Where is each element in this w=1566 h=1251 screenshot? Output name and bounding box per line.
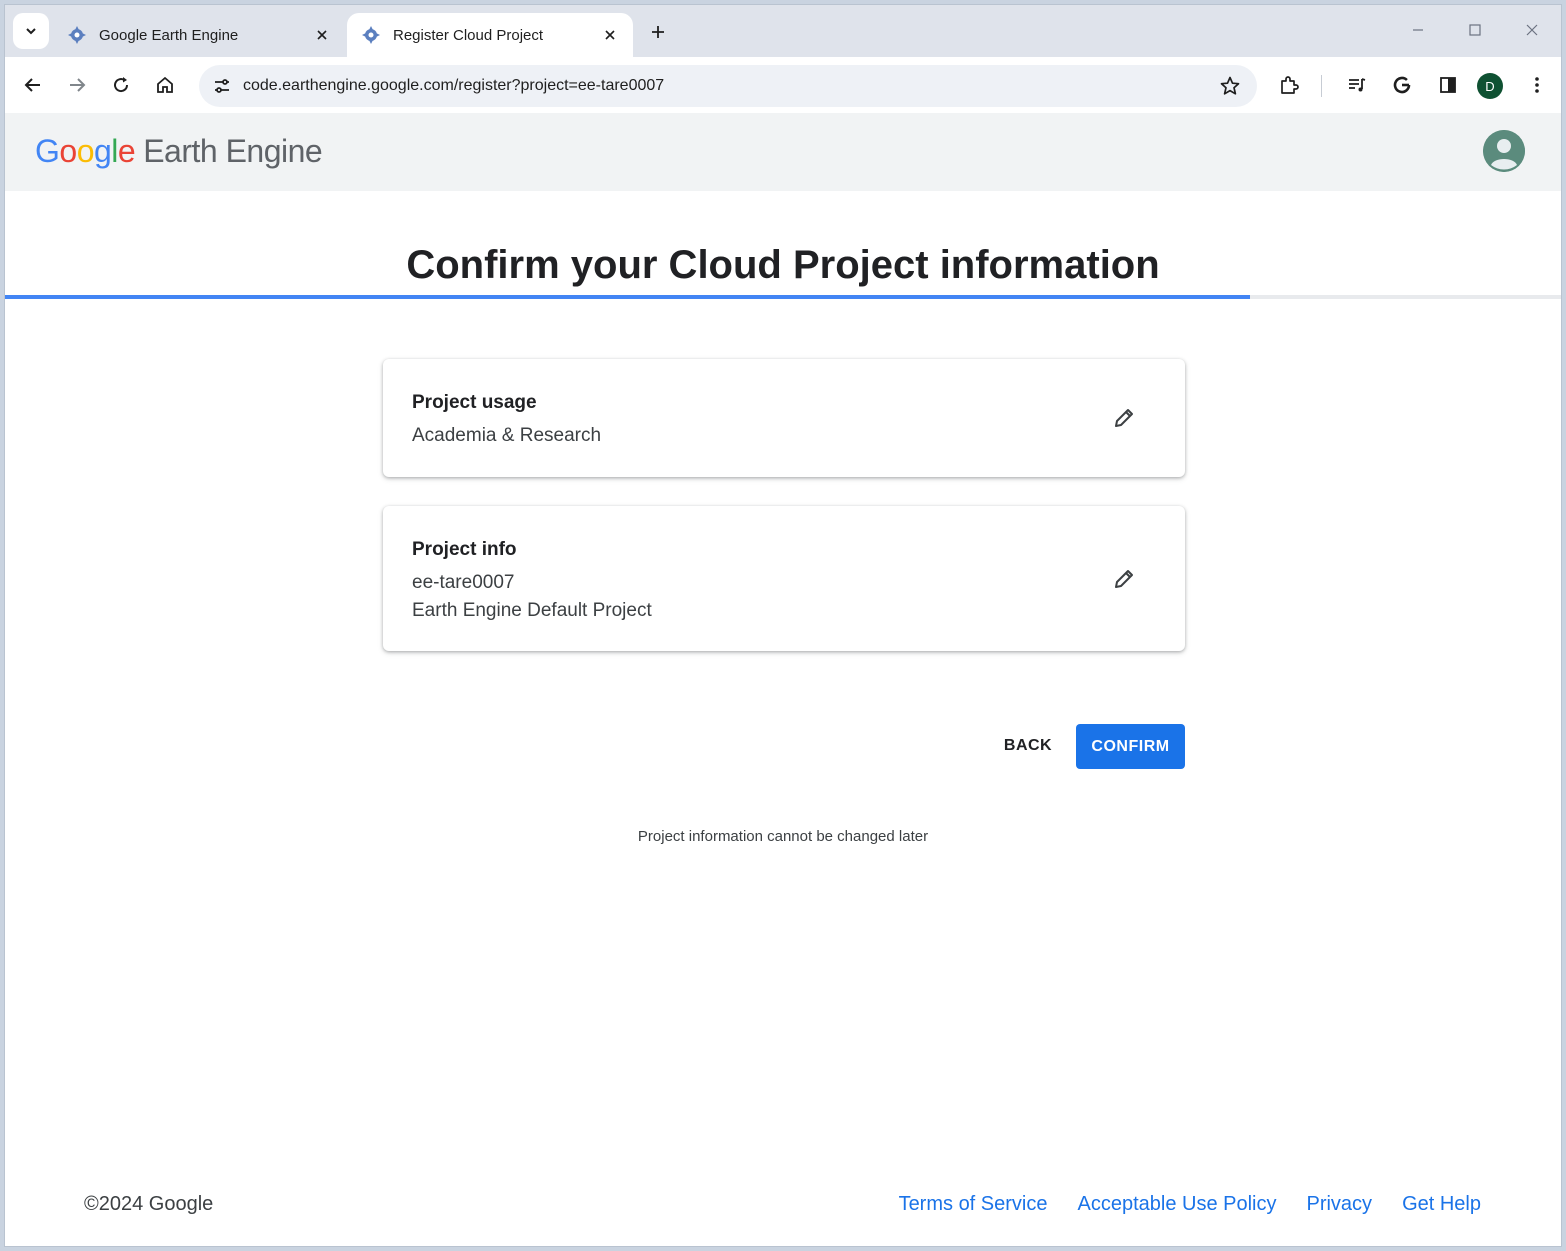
reload-button[interactable]: [105, 69, 137, 101]
get-help-link[interactable]: Get Help: [1402, 1193, 1481, 1216]
edit-project-info-button[interactable]: [1109, 564, 1139, 594]
bookmark-star-icon[interactable]: [1217, 73, 1243, 99]
site-info-icon[interactable]: [209, 73, 235, 99]
earth-engine-favicon-icon: [362, 26, 380, 44]
minimize-icon: [1413, 29, 1423, 31]
logo-letter: G: [35, 133, 60, 169]
arrow-left-icon: [24, 78, 40, 92]
close-icon[interactable]: [601, 26, 619, 44]
tab-search-button[interactable]: [13, 13, 49, 49]
media-controls-button[interactable]: [1341, 69, 1373, 101]
browser-menu-button[interactable]: [1521, 69, 1553, 101]
account-circle-icon: [1483, 130, 1525, 172]
logo-letter: e: [117, 133, 136, 169]
close-icon: [1526, 24, 1538, 36]
side-panel-icon: [1440, 77, 1456, 93]
account-avatar[interactable]: [1483, 130, 1525, 172]
maximize-icon: [1469, 24, 1481, 36]
home-icon: [157, 76, 173, 93]
extensions-button[interactable]: [1273, 69, 1305, 101]
acceptable-use-policy-link[interactable]: Acceptable Use Policy: [1078, 1193, 1277, 1216]
browser-toolbar: code.earthengine.google.com/register?pro…: [5, 57, 1561, 113]
privacy-link[interactable]: Privacy: [1306, 1193, 1372, 1216]
google-lens-button[interactable]: [1386, 69, 1418, 101]
logo-product-name: Earth Engine: [143, 133, 323, 169]
confirm-button[interactable]: CONFIRM: [1076, 724, 1185, 769]
arrow-right-icon: [70, 78, 86, 92]
address-bar[interactable]: code.earthengine.google.com/register?pro…: [199, 65, 1257, 107]
app-header: Google Earth Engine: [5, 113, 1561, 299]
edit-project-usage-button[interactable]: [1109, 403, 1139, 433]
page-title: Confirm your Cloud Project information: [406, 243, 1160, 287]
plus-icon: [652, 26, 664, 38]
queue-music-icon: [1349, 78, 1366, 92]
tab-register-cloud-project[interactable]: Register Cloud Project: [347, 13, 633, 57]
browser-window: Google Earth Engine Register Cloud Proje…: [4, 4, 1562, 1247]
google-g-icon: [1393, 76, 1411, 94]
project-info-note: Project information cannot be changed la…: [637, 828, 929, 845]
toolbar-separator: [1321, 75, 1322, 97]
project-info-label: Project info: [412, 539, 517, 560]
project-name-value: Earth Engine Default Project: [412, 600, 652, 621]
new-tab-button[interactable]: [645, 19, 671, 45]
logo-letter: g: [93, 133, 112, 169]
pencil-icon: [1115, 409, 1133, 427]
project-usage-label: Project usage: [412, 392, 537, 413]
registration-progress-bar: [5, 295, 1561, 299]
earth-engine-favicon-icon: [68, 26, 86, 44]
logo-letter: o: [76, 133, 95, 169]
tab-strip: Google Earth Engine Register Cloud Proje…: [5, 5, 1561, 57]
project-usage-card: Project usage Academia & Research: [383, 359, 1185, 477]
terms-of-service-link[interactable]: Terms of Service: [899, 1193, 1048, 1216]
tab-google-earth-engine[interactable]: Google Earth Engine: [53, 13, 345, 57]
back-button[interactable]: BACK: [995, 724, 1061, 768]
close-icon[interactable]: [313, 26, 331, 44]
footer-copyright: ©2024 Google: [84, 1193, 214, 1215]
logo-letter: l: [111, 133, 118, 169]
maximize-button[interactable]: [1460, 17, 1490, 43]
reload-icon: [114, 77, 129, 93]
footer-links: Terms of Service Acceptable Use Policy P…: [899, 1193, 1481, 1216]
home-button[interactable]: [149, 69, 181, 101]
forward-nav-button[interactable]: [61, 69, 93, 101]
profile-avatar[interactable]: D: [1477, 73, 1503, 99]
tab-title: Google Earth Engine: [99, 26, 239, 44]
side-panel-button[interactable]: [1432, 69, 1464, 101]
project-usage-value: Academia & Research: [412, 425, 602, 446]
back-nav-button[interactable]: [17, 69, 49, 101]
project-info-card: Project info ee-tare0007 Earth Engine De…: [383, 506, 1185, 651]
close-window-button[interactable]: [1517, 17, 1547, 43]
minimize-button[interactable]: [1403, 17, 1433, 43]
tab-title: Register Cloud Project: [393, 26, 544, 44]
pencil-icon: [1115, 570, 1133, 588]
more-vert-icon: [1535, 77, 1539, 93]
puzzle-icon: [1281, 76, 1299, 94]
url-text: code.earthengine.google.com/register?pro…: [243, 77, 665, 94]
logo-letter: o: [59, 133, 77, 169]
registration-progress-fill: [5, 295, 1250, 299]
earth-engine-logo[interactable]: Google Earth Engine: [35, 133, 323, 170]
project-id-value: ee-tare0007: [412, 572, 515, 593]
chevron-down-icon: [26, 28, 36, 35]
